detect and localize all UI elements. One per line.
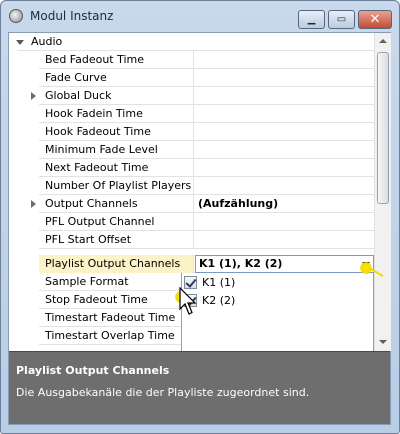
- property-name: Hook Fadein Time: [39, 105, 194, 123]
- property-name: Timestart Overlap Time: [39, 327, 194, 345]
- property-name: Number Of Playlist Players: [39, 177, 194, 195]
- vertical-scrollbar[interactable]: [374, 33, 391, 351]
- property-name: Timestart Fadeout Time: [39, 309, 194, 327]
- playlist-output-channels-combo[interactable]: K1 (1), K2 (2): [195, 255, 374, 273]
- option-label: K1 (1): [202, 276, 236, 289]
- minimize-button[interactable]: ▁: [298, 10, 325, 29]
- property-row[interactable]: Bed Fadeout Time: [9, 51, 374, 69]
- property-name: Sample Format: [39, 273, 194, 291]
- property-name: Minimum Fade Level: [39, 141, 194, 159]
- property-value[interactable]: [195, 213, 374, 231]
- option-label: K2 (2): [202, 294, 236, 307]
- property-row[interactable]: Minimum Fade Level: [9, 141, 374, 159]
- property-name: Next Fadeout Time: [39, 159, 194, 177]
- property-value[interactable]: [195, 51, 374, 69]
- property-value[interactable]: [195, 159, 374, 177]
- scroll-down-icon[interactable]: [375, 334, 391, 351]
- dropdown-option[interactable]: K2 (2): [182, 292, 373, 310]
- scroll-thumb[interactable]: [377, 52, 389, 204]
- property-value[interactable]: [195, 231, 374, 249]
- property-value[interactable]: [195, 177, 374, 195]
- window: Modul Instanz ▁ ▭ ✕ Audio Bed Fadeout Ti…: [0, 0, 400, 434]
- property-name: Output Channels: [39, 195, 194, 213]
- category-row-audio[interactable]: Audio: [9, 33, 374, 51]
- close-icon: ✕: [369, 12, 381, 27]
- maximize-button[interactable]: ▭: [328, 10, 355, 29]
- property-row[interactable]: Output Channels (Aufzählung): [9, 195, 374, 213]
- property-name: Stop Fadeout Time: [39, 291, 194, 309]
- property-value[interactable]: [195, 123, 374, 141]
- property-value[interactable]: (Aufzählung): [195, 195, 374, 213]
- scroll-up-icon[interactable]: [375, 33, 391, 50]
- mouse-cursor-icon: [179, 287, 197, 315]
- property-value[interactable]: [195, 87, 374, 105]
- property-row[interactable]: PFL Output Channel: [9, 213, 374, 231]
- category-label: Audio: [31, 35, 63, 48]
- dropdown-option[interactable]: K1 (1): [182, 274, 373, 292]
- expand-icon[interactable]: [31, 92, 36, 100]
- property-name: Hook Fadeout Time: [39, 123, 194, 141]
- window-title: Modul Instanz: [30, 9, 114, 23]
- description-text: Die Ausgabekanäle die der Playliste zuge…: [16, 386, 310, 399]
- property-grid-panel: Audio Bed Fadeout Time Fade Curve Global…: [8, 32, 391, 425]
- property-value[interactable]: [195, 141, 374, 159]
- minimize-icon: ▁: [307, 14, 316, 25]
- close-button[interactable]: ✕: [358, 10, 392, 29]
- property-row[interactable]: Hook Fadeout Time: [9, 123, 374, 141]
- property-row[interactable]: Fade Curve: [9, 69, 374, 87]
- description-panel: Playlist Output Channels Die Ausgabekanä…: [9, 351, 390, 424]
- property-name: Global Duck: [39, 87, 194, 105]
- property-name: Fade Curve: [39, 69, 194, 87]
- property-name: PFL Start Offset: [39, 231, 194, 249]
- title-bar[interactable]: Modul Instanz ▁ ▭ ✕: [1, 1, 399, 31]
- property-row[interactable]: Global Duck: [9, 87, 374, 105]
- property-value[interactable]: [195, 69, 374, 87]
- app-icon: [9, 9, 23, 23]
- property-row[interactable]: Number Of Playlist Players: [9, 177, 374, 195]
- property-name: Bed Fadeout Time: [39, 51, 194, 69]
- maximize-icon: ▭: [336, 14, 347, 25]
- property-name: Playlist Output Channels: [39, 255, 194, 273]
- property-row[interactable]: PFL Start Offset: [9, 231, 374, 249]
- expand-icon[interactable]: [31, 200, 36, 208]
- combo-value-text: K1 (1), K2 (2): [199, 257, 283, 270]
- channel-dropdown-list: K1 (1) K2 (2): [181, 273, 374, 351]
- description-title: Playlist Output Channels: [16, 364, 170, 377]
- property-row[interactable]: Hook Fadein Time: [9, 105, 374, 123]
- property-name: PFL Output Channel: [39, 213, 194, 231]
- property-value[interactable]: [195, 105, 374, 123]
- property-row[interactable]: Next Fadeout Time: [9, 159, 374, 177]
